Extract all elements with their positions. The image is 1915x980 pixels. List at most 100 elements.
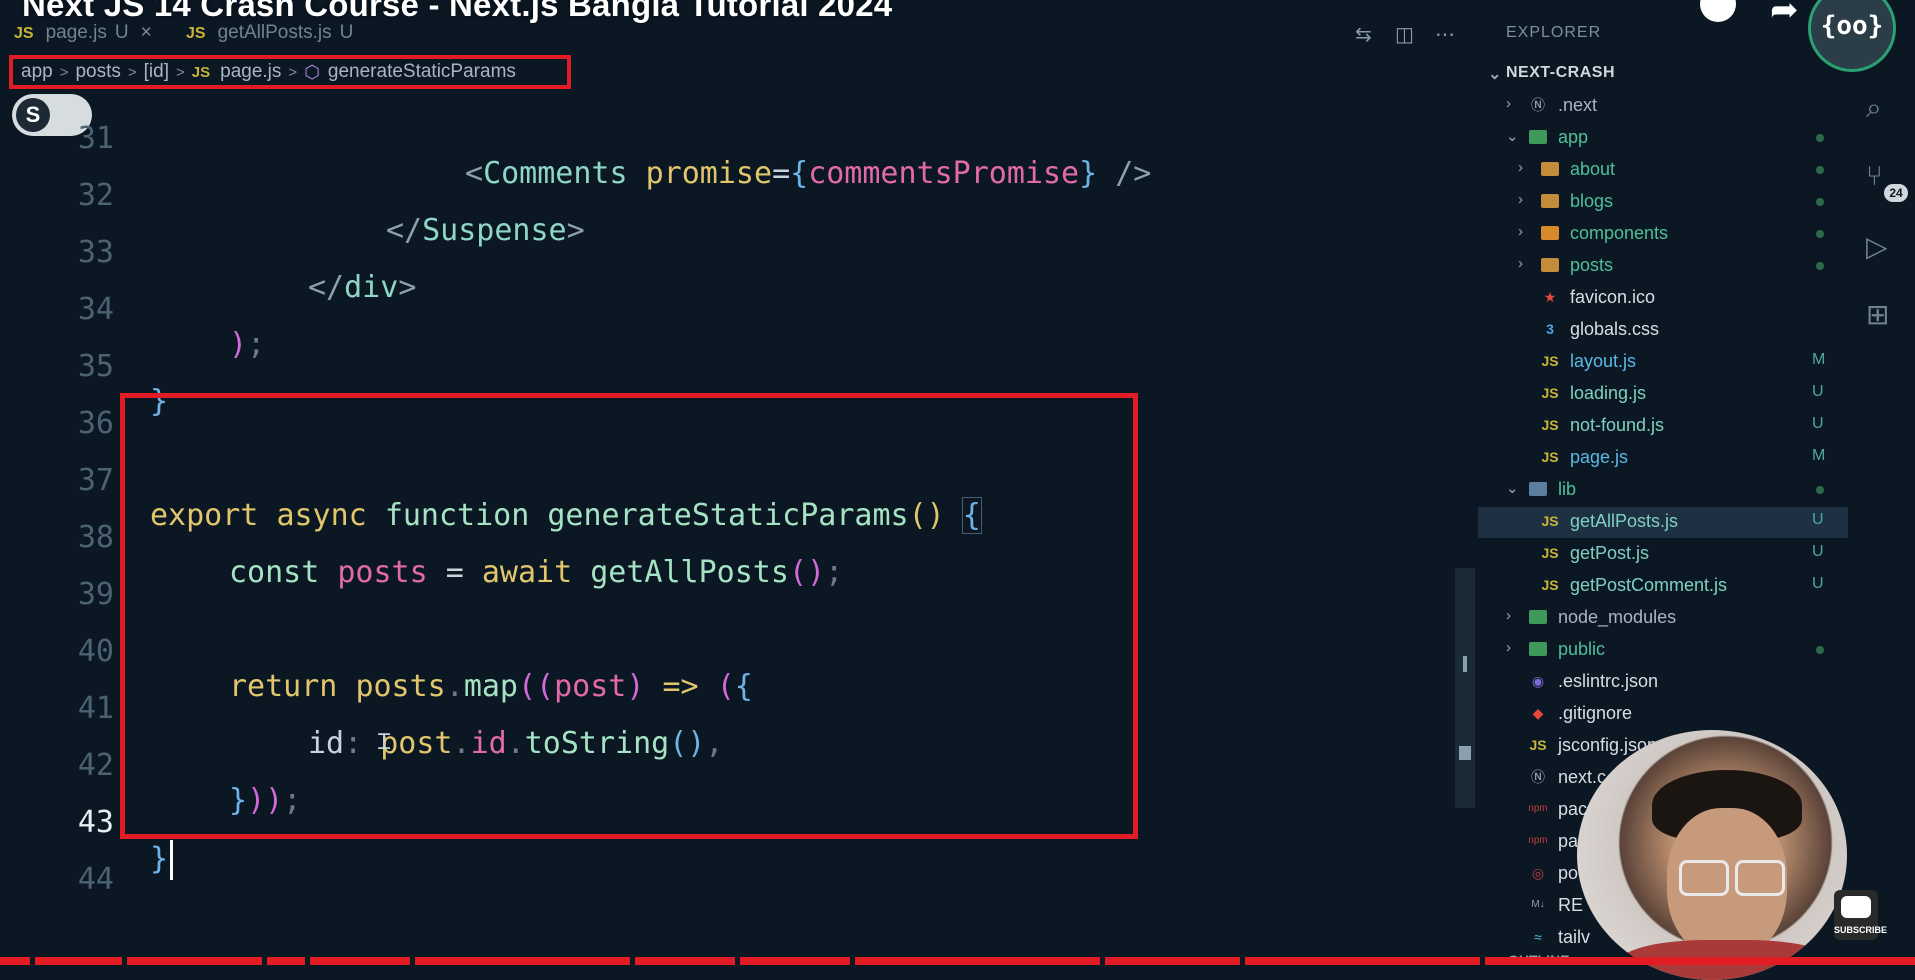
git-status-dot [1816, 134, 1824, 142]
tree-item-next[interactable]: › Ⓝ .next [1478, 91, 1848, 122]
extensions-icon[interactable]: ⊞ [1866, 298, 1889, 331]
tree-item-getpostcomment-js[interactable]: JS getPostComment.js U [1478, 571, 1848, 602]
folder-icon [1528, 607, 1548, 627]
tree-item-label: app [1558, 127, 1589, 147]
chevron-right-icon: > [288, 63, 298, 81]
tree-item-getallposts-js[interactable]: JS getAllPosts.js U [1478, 507, 1848, 538]
tree-item-label: components [1570, 223, 1669, 243]
js-file-icon: JS [14, 25, 34, 42]
chevron-down-icon: ⌄ [1488, 66, 1502, 83]
tree-item-eslintrc[interactable]: ◉ .eslintrc.json [1478, 667, 1848, 698]
video-progress-bar[interactable] [0, 957, 1915, 965]
git-status-dot [1816, 486, 1824, 494]
source-control-icon[interactable]: ⑂ [1866, 160, 1883, 192]
folder-icon [1540, 255, 1560, 275]
postcss-icon: ◎ [1531, 865, 1545, 881]
tree-item-posts[interactable]: › posts [1478, 251, 1848, 282]
tree-item-lib[interactable]: ⌄ lib [1478, 475, 1848, 506]
breadcrumb-file[interactable]: page.js [220, 61, 281, 83]
chevron-right-icon: > [59, 63, 69, 81]
tree-item-node-modules[interactable]: › node_modules [1478, 603, 1848, 634]
git-status-badge: U [1812, 383, 1824, 400]
eslint-icon: ◉ [1531, 673, 1545, 689]
compare-changes-icon[interactable]: ⇆ [1355, 22, 1372, 47]
tree-item-label: page.js [1570, 447, 1629, 467]
scroll-marker [1463, 656, 1467, 672]
tree-item-blogs[interactable]: › blogs [1478, 187, 1848, 218]
source-control-badge: 24 [1884, 184, 1908, 202]
css-file-icon: 3 [1546, 321, 1554, 337]
tree-item-not-found-js[interactable]: JS not-found.js U [1478, 411, 1848, 442]
editor-tabs: JS page.js U × JS getAllPosts.js U [0, 20, 1470, 48]
folder-icon [1528, 127, 1548, 147]
folder-icon [1540, 159, 1560, 179]
presenter-webcam [1577, 730, 1847, 980]
tree-item-page-js[interactable]: JS page.js M [1478, 443, 1848, 474]
tree-item-label: not-found.js [1570, 415, 1665, 435]
folder-icon [1528, 639, 1548, 659]
git-status-dot [1816, 646, 1824, 654]
chevron-right-icon: › [1506, 607, 1511, 624]
tree-item-label: globals.css [1570, 319, 1660, 339]
editor-scrollbar[interactable] [1455, 568, 1475, 808]
tab-page-js[interactable]: JS page.js U × [14, 22, 152, 44]
tree-item-globals-css[interactable]: 3 globals.css [1478, 315, 1848, 346]
chevron-right-icon: > [176, 63, 185, 81]
breadcrumb-symbol[interactable]: generateStaticParams [328, 61, 516, 83]
close-icon[interactable]: × [141, 22, 152, 43]
explorer-root[interactable]: ⌄ NEXT-CRASH [1488, 64, 1615, 83]
code-line: 34 ); [0, 257, 1460, 362]
tree-item-components[interactable]: › components [1478, 219, 1848, 250]
tree-item-label: loading.js [1570, 383, 1647, 403]
tree-item-getpost-js[interactable]: JS getPost.js U [1478, 539, 1848, 570]
next-folder-icon: Ⓝ [1531, 97, 1545, 113]
tree-item-label: about [1570, 159, 1616, 179]
js-file-icon: JS [1541, 545, 1559, 561]
code-line: 31 <Comments promise={commentsPromise} /… [0, 86, 1460, 191]
next-icon: Ⓝ [1531, 769, 1545, 785]
tree-item-label: pa [1558, 831, 1579, 851]
activity-bar: ⌕ ⑂ 24 ▷ ⊞ [1848, 0, 1915, 965]
tab-label: page.js [45, 22, 107, 43]
split-editor-icon[interactable]: ◫ [1395, 22, 1414, 47]
git-status-badge: M [1812, 351, 1826, 368]
tree-item-label: layout.js [1570, 351, 1637, 371]
share-icon[interactable]: ➦ [1770, 0, 1799, 30]
chevron-right-icon: › [1506, 95, 1511, 112]
git-status-dot [1816, 166, 1824, 174]
js-file-icon: JS [1541, 417, 1559, 433]
tree-item-layout-js[interactable]: JS layout.js M [1478, 347, 1848, 378]
tree-item-label: public [1558, 639, 1606, 659]
tree-item-label: blogs [1570, 191, 1614, 211]
tab-status: U [339, 22, 354, 43]
run-debug-icon[interactable]: ▷ [1866, 230, 1888, 263]
git-status-badge: U [1812, 415, 1824, 432]
highlight-box [120, 393, 1138, 839]
js-file-icon: JS [1541, 513, 1559, 529]
git-status-badge: U [1812, 543, 1824, 560]
search-icon[interactable]: ⌕ [1866, 92, 1882, 125]
chevron-right-icon: › [1518, 159, 1523, 176]
tree-item-label: favicon.ico [1570, 287, 1656, 307]
tree-item-about[interactable]: › about [1478, 155, 1848, 186]
chevron-right-icon: › [1506, 639, 1511, 656]
tree-item-loading-js[interactable]: JS loading.js U [1478, 379, 1848, 410]
tree-item-public[interactable]: › public [1478, 635, 1848, 666]
breadcrumb-item[interactable]: [id] [144, 61, 169, 83]
tree-item-gitignore[interactable]: ◆ .gitignore [1478, 699, 1848, 730]
more-actions-icon[interactable]: ⋯ [1435, 22, 1455, 47]
tree-item-app[interactable]: ⌄ app [1478, 123, 1848, 154]
subscribe-button[interactable]: SUBSCRIBE [1834, 890, 1887, 940]
mouse-ibeam-icon: Ɪ [378, 729, 391, 754]
tree-item-favicon[interactable]: ★ favicon.ico [1478, 283, 1848, 314]
youtube-play-icon [1841, 896, 1871, 918]
markdown-icon: M↓ [1531, 899, 1545, 910]
breadcrumb-item[interactable]: app [21, 61, 53, 83]
tab-getallposts-js[interactable]: JS getAllPosts.js U [186, 22, 353, 44]
breadcrumb-item[interactable]: posts [75, 61, 120, 83]
folder-icon [1528, 479, 1548, 499]
js-file-icon: JS [1541, 385, 1559, 401]
git-status-dot [1816, 230, 1824, 238]
git-status-badge: U [1812, 575, 1824, 592]
scroll-marker [1459, 746, 1471, 760]
